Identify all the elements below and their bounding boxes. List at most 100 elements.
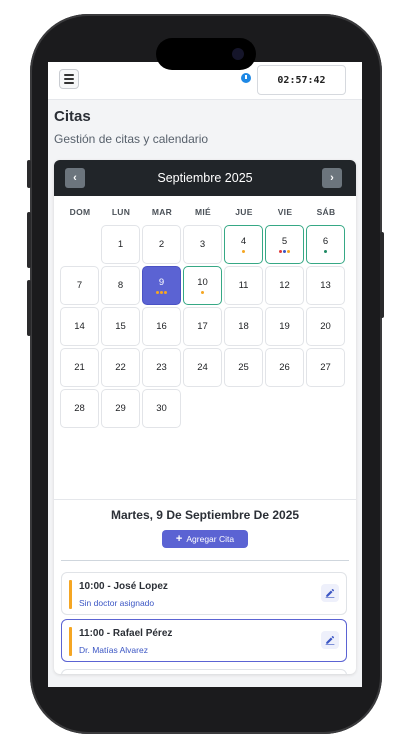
appointment-doctor: Sin doctor asignado	[79, 598, 155, 608]
calendar-day[interactable]: 15	[101, 307, 140, 346]
event-dots	[266, 250, 303, 253]
day-number: 24	[197, 362, 208, 373]
day-number: 11	[238, 280, 249, 291]
calendar-day[interactable]: 24	[183, 348, 222, 387]
day-number: 12	[279, 280, 290, 291]
day-number: 20	[320, 321, 331, 332]
day-number: 19	[279, 321, 290, 332]
month-label: Septiembre 2025	[157, 171, 253, 185]
calendar-day[interactable]: 20	[306, 307, 345, 346]
day-number: 15	[115, 321, 126, 332]
day-number: 9	[158, 277, 165, 288]
calendar-day[interactable]: 19	[265, 307, 304, 346]
calendar-day[interactable]: 16	[142, 307, 181, 346]
appointment-item[interactable]: 17:00 - Verónica CastroDr. Miguel Angel	[61, 669, 347, 674]
event-dot	[160, 291, 163, 294]
day-number: 17	[197, 321, 208, 332]
calendar-day[interactable]: 25	[224, 348, 263, 387]
event-dots	[225, 250, 262, 253]
calendar-day[interactable]: 5	[265, 225, 304, 264]
appointment-doctor: Dr. Matías Alvarez	[79, 645, 148, 655]
calendar-day[interactable]: 14	[60, 307, 99, 346]
day-number: 29	[115, 403, 126, 414]
hamburger-menu-icon[interactable]	[59, 69, 79, 89]
calendar-day[interactable]: 21	[60, 348, 99, 387]
day-number: 7	[76, 280, 83, 291]
event-dot	[242, 250, 245, 253]
calendar-day[interactable]: 9	[142, 266, 181, 305]
divider	[61, 560, 349, 561]
calendar-day[interactable]: 30	[142, 389, 181, 428]
event-dot	[279, 250, 282, 253]
calendar-day[interactable]: 2	[142, 225, 181, 264]
day-number: 21	[74, 362, 85, 373]
day-number: 23	[156, 362, 167, 373]
calendar-day[interactable]: 8	[101, 266, 140, 305]
calendar-day[interactable]: 17	[183, 307, 222, 346]
calendar-day[interactable]: 11	[224, 266, 263, 305]
calendar-day[interactable]: 27	[306, 348, 345, 387]
calendar-day[interactable]: 10	[183, 266, 222, 305]
edit-icon[interactable]	[321, 584, 339, 602]
event-dot	[156, 291, 159, 294]
day-number: 22	[115, 362, 126, 373]
clock-icon	[241, 73, 251, 83]
weekday-label: VIE	[277, 207, 293, 217]
day-number: 4	[240, 236, 247, 247]
calendar-card: Septiembre 2025 ‹ › DOM LUN MAR MIÉ JUE VIE SÁ…	[54, 160, 356, 674]
weekday-label: MAR	[151, 207, 173, 217]
calendar-day[interactable]: 12	[265, 266, 304, 305]
event-dots	[184, 291, 221, 294]
weekday-label: LUN	[111, 207, 131, 217]
event-dots	[307, 250, 344, 253]
event-dots	[143, 291, 180, 294]
calendar-day[interactable]: 6	[306, 225, 345, 264]
chevron-left-icon: ‹	[73, 172, 77, 184]
event-dot	[287, 250, 290, 253]
edit-icon[interactable]	[321, 631, 339, 649]
calendar-day[interactable]: 29	[101, 389, 140, 428]
day-number: 2	[158, 239, 165, 250]
calendar-day[interactable]: 1	[101, 225, 140, 264]
weekday-label: SÁB	[316, 207, 336, 217]
calendar-day[interactable]: 28	[60, 389, 99, 428]
day-number: 6	[322, 236, 329, 247]
weekday-label: JUE	[235, 207, 253, 217]
day-number: 27	[320, 362, 331, 373]
day-number: 25	[238, 362, 249, 373]
appointment-item[interactable]: 10:00 - José Lopez Sin doctor asignado	[61, 572, 347, 615]
day-number: 16	[156, 321, 167, 332]
day-number: 5	[281, 236, 288, 247]
prev-month-button[interactable]: ‹	[65, 168, 85, 188]
add-appointment-button[interactable]: + Agregar Cita	[162, 530, 248, 548]
add-appointment-label: Agregar Cita	[186, 534, 235, 544]
calendar-day[interactable]: 23	[142, 348, 181, 387]
day-number: 8	[117, 280, 124, 291]
next-month-button[interactable]: ›	[322, 168, 342, 188]
calendar-day[interactable]: 18	[224, 307, 263, 346]
calendar-day[interactable]: 3	[183, 225, 222, 264]
day-number: 13	[320, 280, 331, 291]
event-dot	[324, 250, 327, 253]
event-dot	[164, 291, 167, 294]
appointment-item[interactable]: 11:00 - Rafael Pérez Dr. Matías Alvarez	[61, 619, 347, 662]
event-dot	[283, 250, 286, 253]
phone-side-button	[380, 232, 384, 318]
calendar-day[interactable]: 22	[101, 348, 140, 387]
phone-side-button	[27, 160, 31, 188]
page-title: Citas	[54, 108, 91, 125]
plus-icon: +	[175, 532, 183, 545]
calendar-day[interactable]: 13	[306, 266, 345, 305]
day-number: 3	[199, 239, 206, 250]
phone-side-button	[27, 212, 31, 268]
selected-date-label: Martes, 9 De Septiembre De 2025	[110, 508, 300, 522]
phone-side-button	[27, 280, 31, 336]
weekday-label: MIÉ	[194, 207, 211, 217]
weekday-label: DOM	[69, 207, 91, 217]
calendar-day[interactable]: 7	[60, 266, 99, 305]
day-number: 18	[238, 321, 249, 332]
event-dot	[201, 291, 204, 294]
calendar-day[interactable]: 4	[224, 225, 263, 264]
calendar-day[interactable]: 26	[265, 348, 304, 387]
app-screen: 02:57:42 Citas Gestión de citas y calend…	[48, 62, 362, 687]
